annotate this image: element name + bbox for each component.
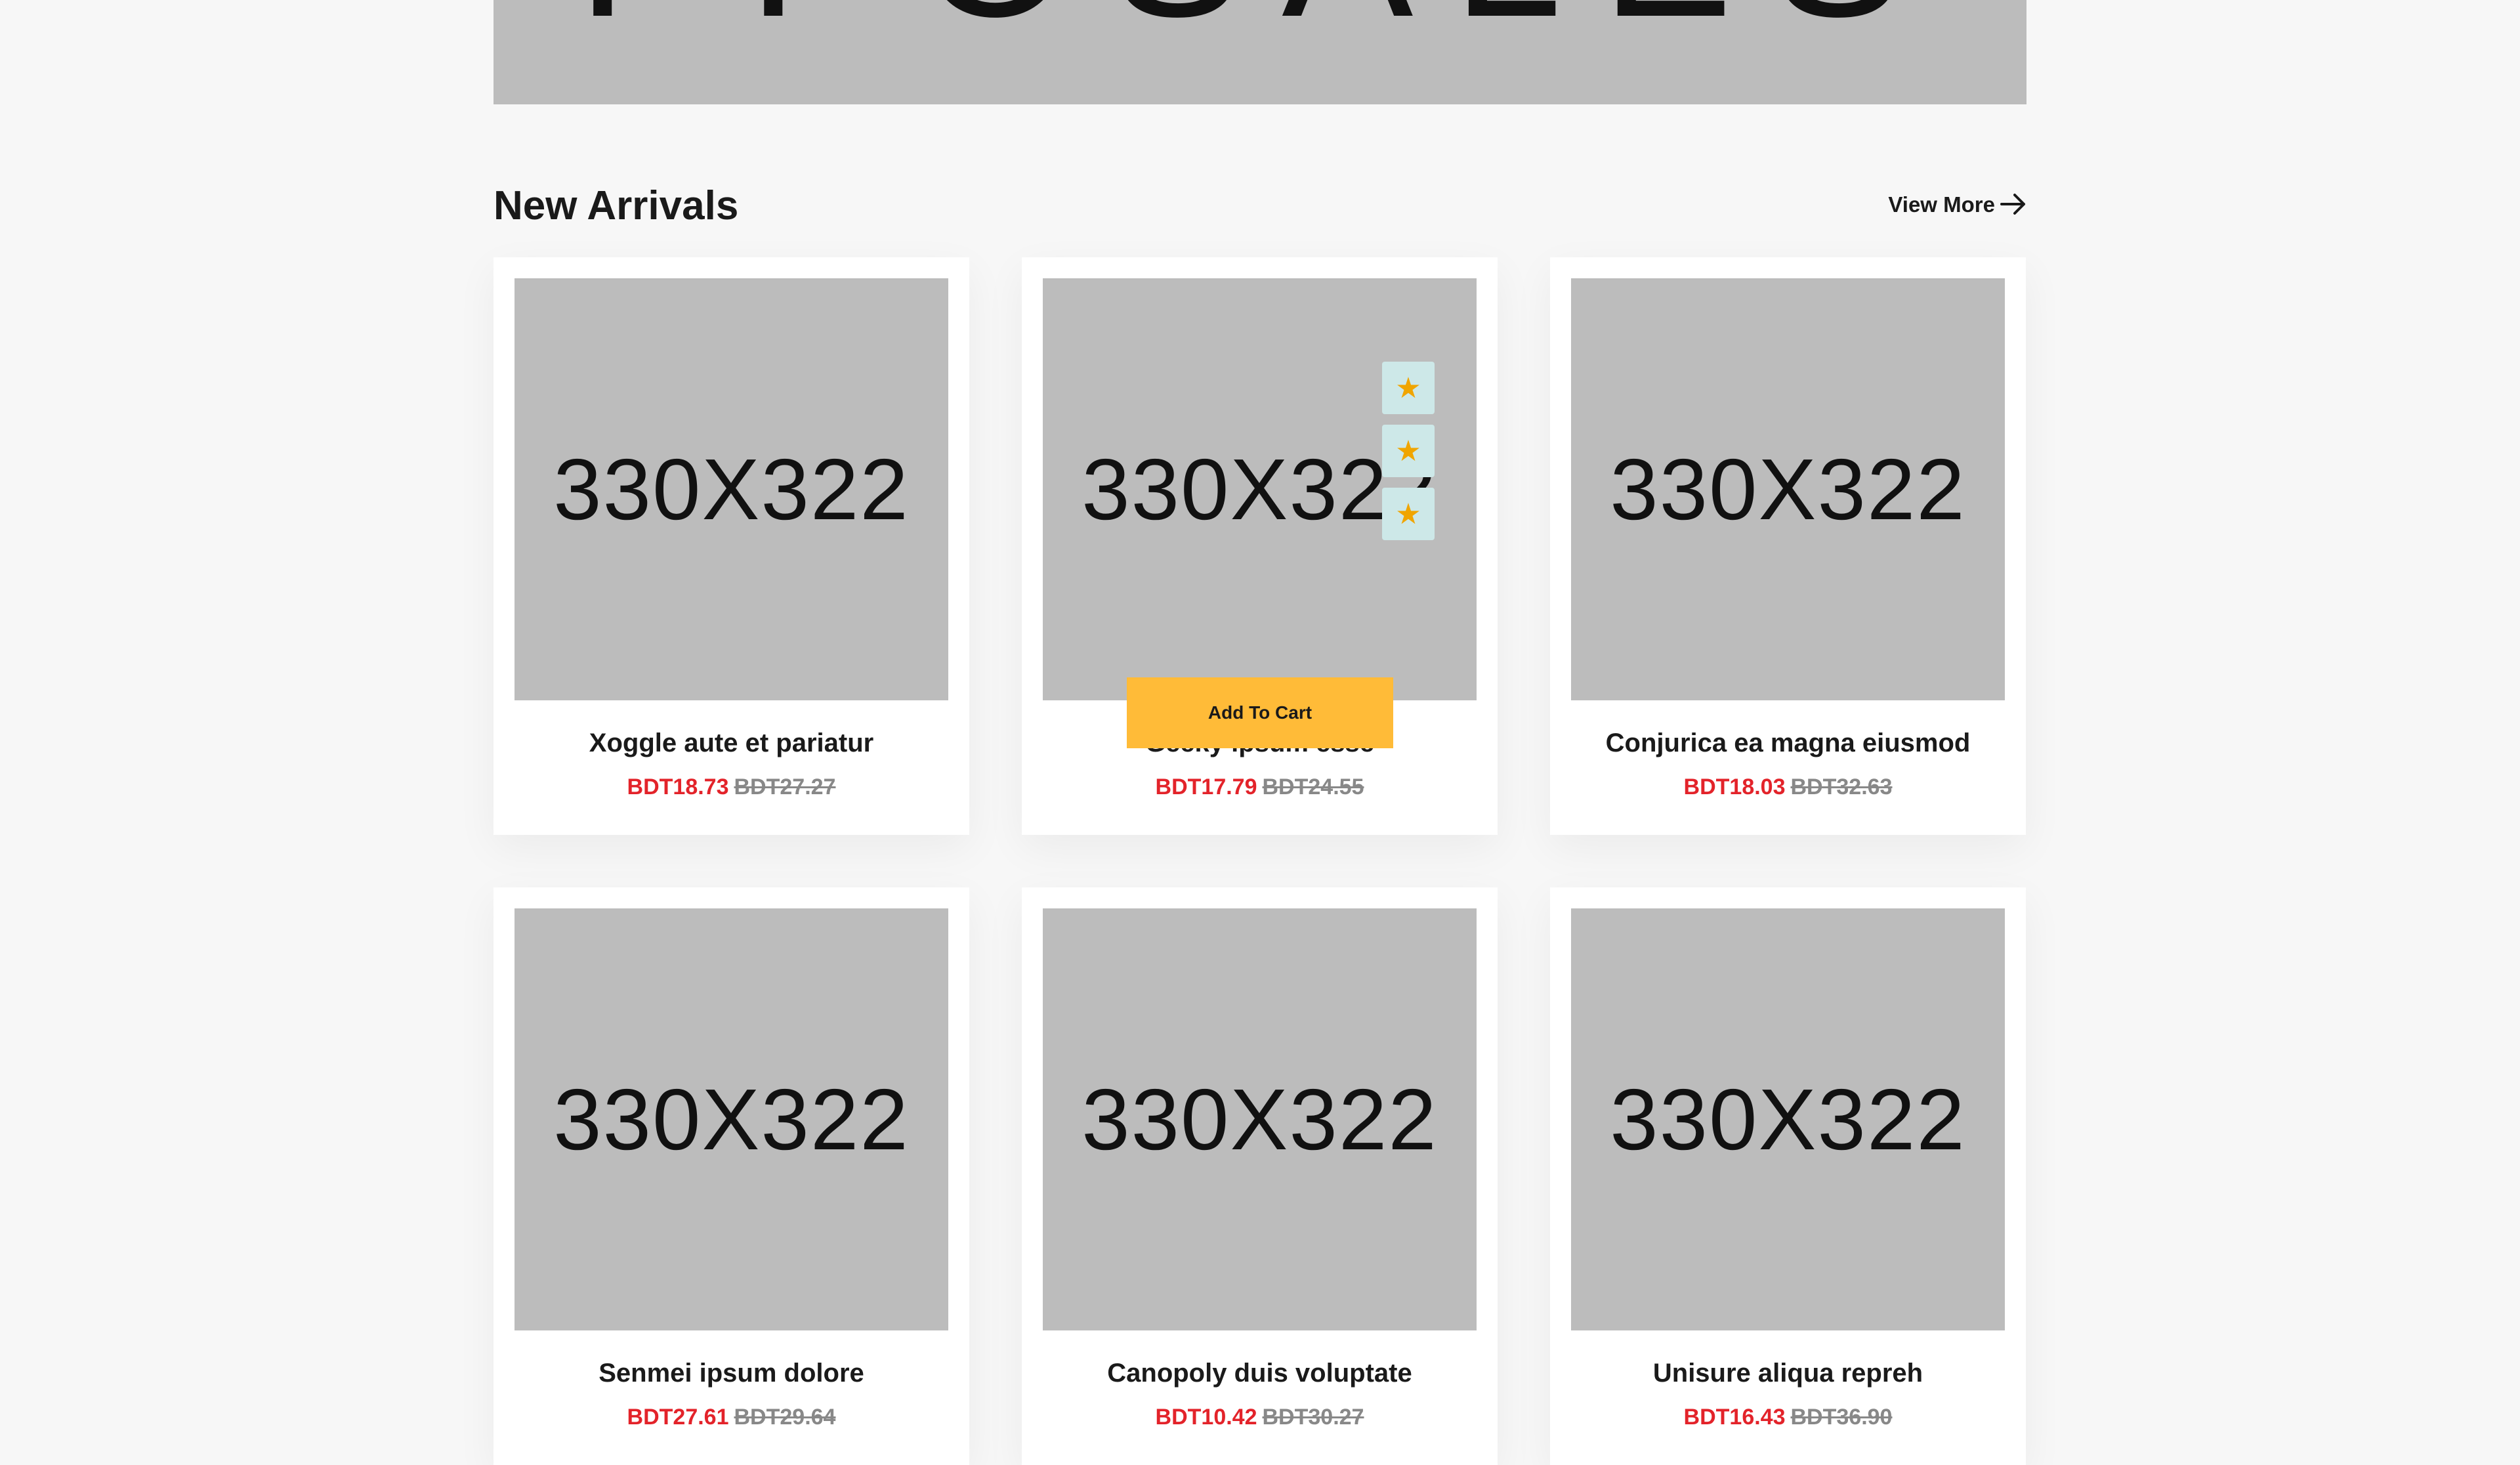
sale-price: BDT10.42 — [1155, 1405, 1257, 1430]
arrow-right-icon — [2000, 194, 2025, 215]
star-icon[interactable]: ★ — [1382, 425, 1435, 477]
sale-price: BDT27.61 — [627, 1405, 729, 1430]
view-more-label: View More — [1888, 192, 1995, 217]
page-container: PPOSALES New Arrivals View More 330X322 … — [494, 0, 2026, 1465]
product-name[interactable]: Canopoly duis voluptate — [1022, 1360, 1498, 1386]
star-icon[interactable]: ★ — [1382, 362, 1435, 414]
product-image[interactable]: 330X322 — [1043, 908, 1477, 1330]
product-card[interactable]: 330X322 Xoggle aute et pariatur BDT18.73… — [494, 257, 969, 835]
old-price: BDT30.27 — [1262, 1405, 1364, 1430]
add-to-cart-button[interactable]: Add To Cart — [1127, 677, 1393, 748]
product-prices: BDT17.79 BDT24.55 — [1022, 776, 1498, 798]
quick-actions: ★ ★ ★ — [1382, 362, 1435, 540]
sale-price: BDT18.73 — [627, 775, 729, 799]
product-prices: BDT27.61 BDT29.64 — [494, 1406, 969, 1428]
star-icon[interactable]: ★ — [1382, 488, 1435, 540]
view-more-link[interactable]: View More — [1888, 193, 2026, 215]
product-name[interactable]: Unisure aliqua repreh — [1550, 1360, 2026, 1386]
hero-banner-text: PPOSALES — [494, 0, 2026, 46]
product-image[interactable]: 330X322 — [1571, 278, 2005, 700]
product-grid: 330X322 Xoggle aute et pariatur BDT18.73… — [494, 257, 2026, 1465]
old-price: BDT36.90 — [1790, 1405, 1893, 1430]
section-title: New Arrivals — [494, 183, 739, 228]
product-name[interactable]: Senmei ipsum dolore — [494, 1360, 969, 1386]
hero-banner-image[interactable]: PPOSALES — [494, 0, 2026, 104]
product-card[interactable]: 330X322 Conjurica ea magna eiusmod BDT18… — [1550, 257, 2026, 835]
product-name[interactable]: Xoggle aute et pariatur — [494, 730, 969, 756]
product-prices: BDT10.42 BDT30.27 — [1022, 1406, 1498, 1428]
product-prices: BDT18.03 BDT32.63 — [1550, 776, 2026, 798]
old-price: BDT29.64 — [734, 1405, 836, 1430]
product-card[interactable]: 330X322 Canopoly duis voluptate BDT10.42… — [1022, 887, 1498, 1465]
product-card[interactable]: 330X322 Unisure aliqua repreh BDT16.43 BD… — [1550, 887, 2026, 1465]
product-prices: BDT16.43 BDT36.90 — [1550, 1406, 2026, 1428]
product-prices: BDT18.73 BDT27.27 — [494, 776, 969, 798]
old-price: BDT24.55 — [1262, 775, 1364, 799]
product-card[interactable]: 330X322 ★ ★ ★ Add To Cart Geeky ipsum es… — [1022, 257, 1498, 835]
product-name[interactable]: Conjurica ea magna eiusmod — [1550, 730, 2026, 756]
product-image[interactable]: 330X322 — [514, 908, 948, 1330]
product-image[interactable]: 330X322 — [1571, 908, 2005, 1330]
old-price: BDT27.27 — [734, 775, 836, 799]
old-price: BDT32.63 — [1790, 775, 1893, 799]
product-image[interactable]: 330X322 — [514, 278, 948, 700]
sale-price: BDT16.43 — [1683, 1405, 1786, 1430]
sale-price: BDT17.79 — [1155, 775, 1257, 799]
product-card[interactable]: 330X322 Senmei ipsum dolore BDT27.61 BDT2… — [494, 887, 969, 1465]
sale-price: BDT18.03 — [1683, 775, 1786, 799]
new-arrivals-header: New Arrivals View More — [494, 179, 2026, 234]
